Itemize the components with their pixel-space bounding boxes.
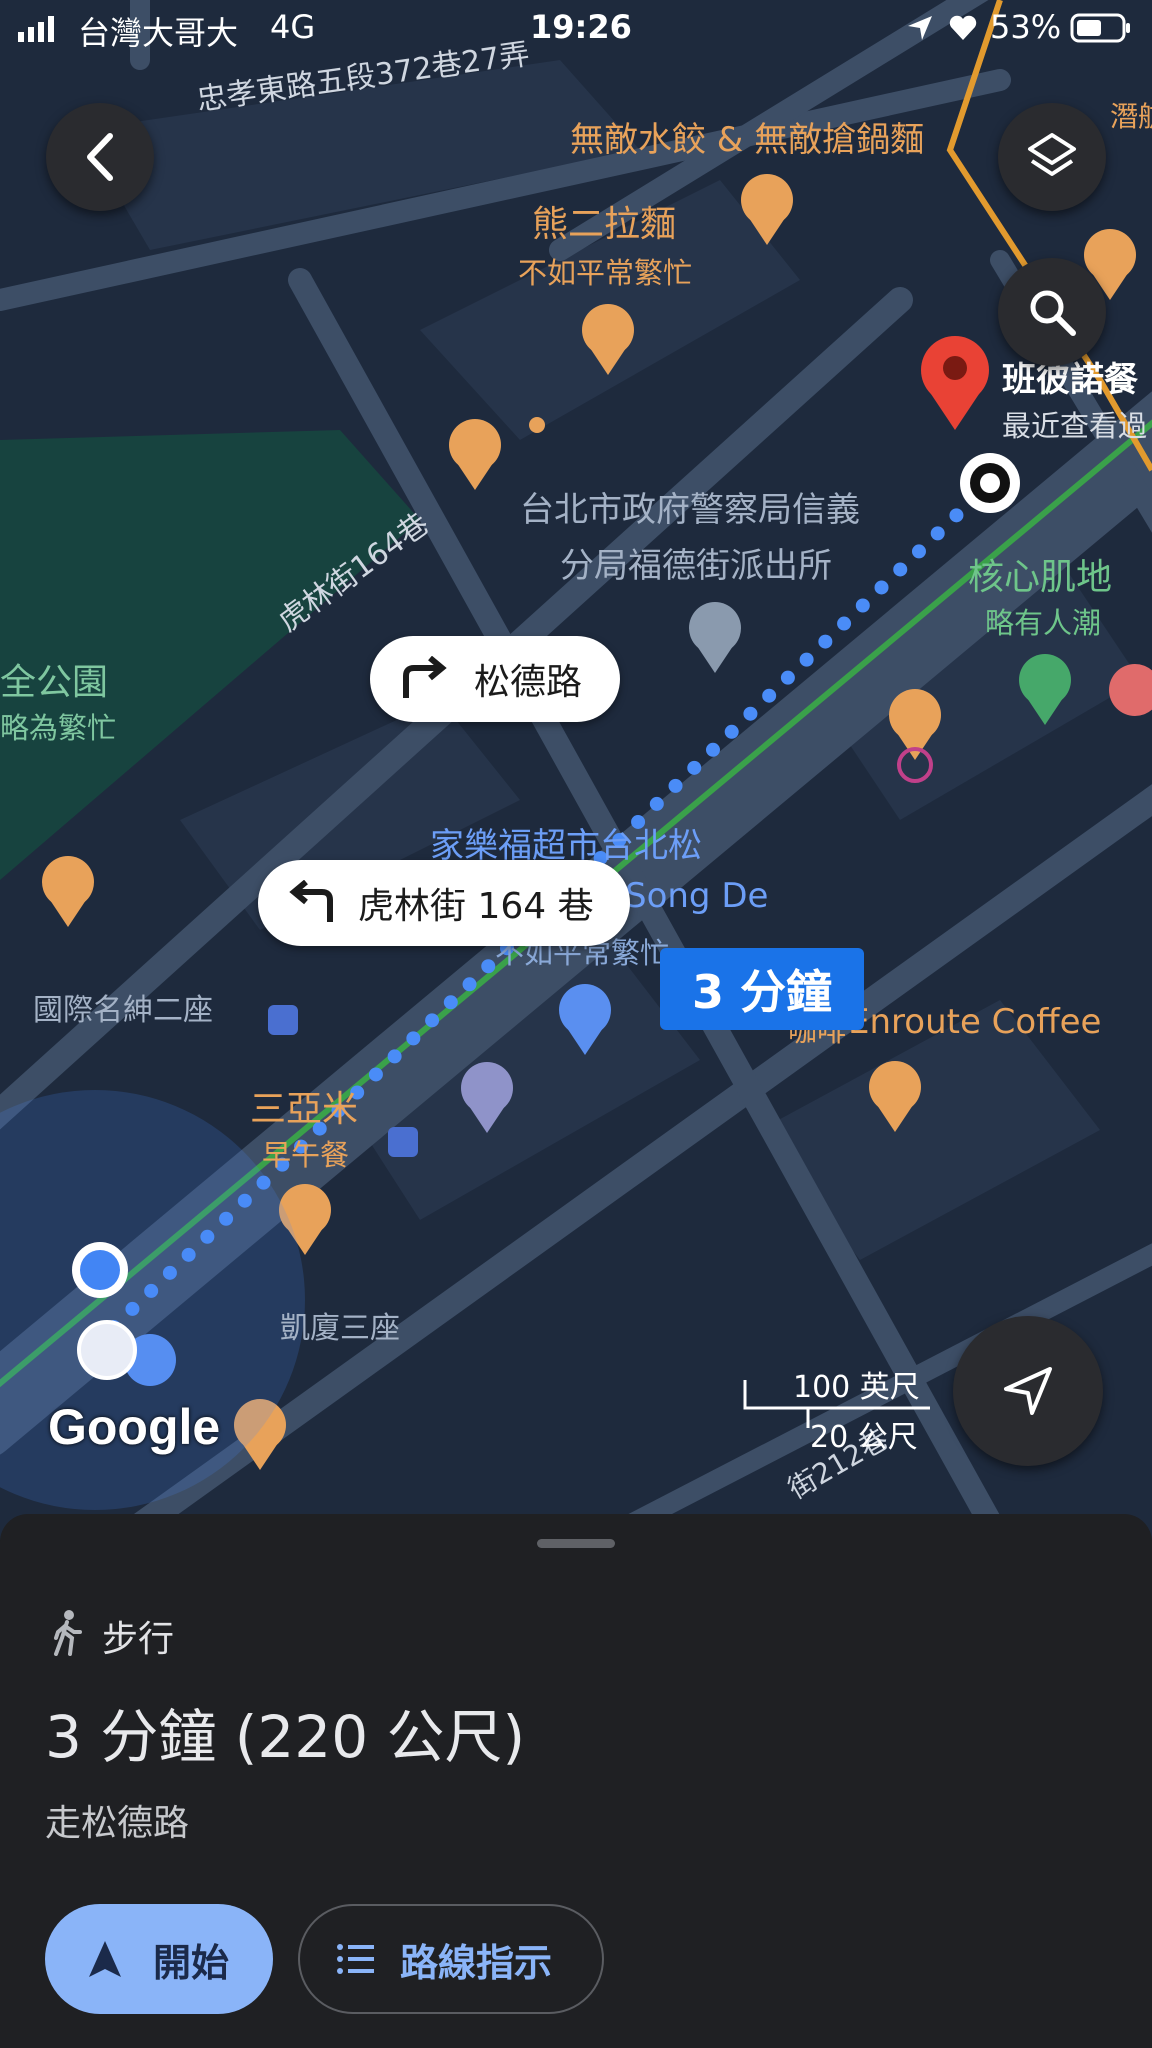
poi-label-right-top[interactable]: 潛航 — [1110, 95, 1152, 135]
poi-label-sanyami[interactable]: 三亞米 — [250, 1080, 358, 1132]
search-button[interactable] — [998, 258, 1106, 366]
navigation-arrow-icon — [89, 1941, 121, 1977]
carrier-name: 台灣大哥大 — [78, 14, 239, 52]
signal-icon — [18, 16, 54, 42]
recenter-button[interactable] — [953, 1316, 1103, 1466]
list-icon — [337, 1944, 374, 1974]
poi-label-kaisha[interactable]: 凱廈三座 — [280, 1303, 400, 1347]
google-logo: Google — [48, 1399, 221, 1455]
start-button-label: 開始 — [153, 1940, 230, 1985]
turn-right-icon — [403, 656, 447, 698]
poi-label-gym[interactable]: 核心肌地 — [968, 548, 1112, 600]
travel-mode-label: 步行 — [102, 1619, 175, 1660]
start-button[interactable]: 開始 — [45, 1904, 273, 2014]
battery-icon — [1070, 13, 1130, 43]
location-services-icon — [908, 16, 932, 40]
turn-left-icon — [289, 880, 333, 922]
poi-label-sanyami-sub: 早午餐 — [262, 1138, 350, 1172]
poi-label-ramen[interactable]: 熊二拉麵 — [532, 195, 676, 247]
health-heart-icon — [949, 15, 977, 40]
route-via: 走松德路 — [45, 1803, 190, 1844]
clock: 19:26 — [530, 8, 632, 46]
steps-button[interactable]: 路線指示 — [298, 1904, 604, 2014]
directions-sheet[interactable]: 步行 3 分鐘 (220 公尺) 走松德路 開始 路線指示 — [0, 1514, 1152, 2048]
duration-badge[interactable]: 3 分鐘 — [660, 948, 864, 1030]
turn-left-label: 虎林街 164 巷 — [358, 886, 594, 927]
poi-label-ramen-sub: 不如平常繁忙 — [518, 256, 693, 290]
search-icon — [1030, 290, 1076, 336]
poi-label-building[interactable]: 國際名紳二座 — [33, 985, 213, 1029]
back-button[interactable] — [46, 103, 154, 211]
turn-right-bubble[interactable]: 松德路 — [370, 636, 620, 722]
sheet-drag-handle[interactable] — [537, 1539, 615, 1548]
poi-label-gym-sub: 略有人潮 — [985, 606, 1102, 640]
steps-button-label: 路線指示 — [400, 1940, 553, 1985]
poi-label-carrefour-en: Song De — [625, 876, 769, 916]
status-bar: 台灣大哥大 4G 19:26 53% — [0, 0, 1152, 58]
scale-imperial: 100 英尺 — [793, 1370, 920, 1405]
poi-label-dumpling[interactable]: 無敵水餃 & 無敵搶鍋麵 — [570, 112, 924, 161]
layers-button[interactable] — [998, 103, 1106, 211]
scale-metric: 20 公尺 — [810, 1420, 918, 1455]
poi-label-police-2[interactable]: 分局福德街派出所 — [560, 538, 832, 587]
walking-icon — [54, 1610, 82, 1656]
battery-percent: 53% — [990, 8, 1062, 46]
poi-label-park-sub: 略為繁忙 — [0, 711, 117, 745]
network-type: 4G — [270, 8, 316, 46]
poi-label-park[interactable]: 全公園 — [0, 653, 108, 705]
poi-label-police-1[interactable]: 台北市政府警察局信義 — [520, 482, 860, 531]
turn-right-label: 松德路 — [474, 662, 583, 703]
poi-label-coffee[interactable]: Enroute Coffee — [848, 1002, 1101, 1042]
route-start-dot — [77, 1320, 137, 1380]
navigation-arrow-icon — [1004, 1367, 1052, 1415]
back-arrow-icon — [87, 133, 113, 181]
turn-left-bubble[interactable]: 虎林街 164 巷 — [258, 860, 630, 946]
poi-label-dest-sub: 最近查看過 — [1002, 409, 1148, 443]
route-summary: 3 分鐘 (220 公尺) — [45, 1703, 526, 1771]
layers-icon — [1028, 133, 1076, 176]
